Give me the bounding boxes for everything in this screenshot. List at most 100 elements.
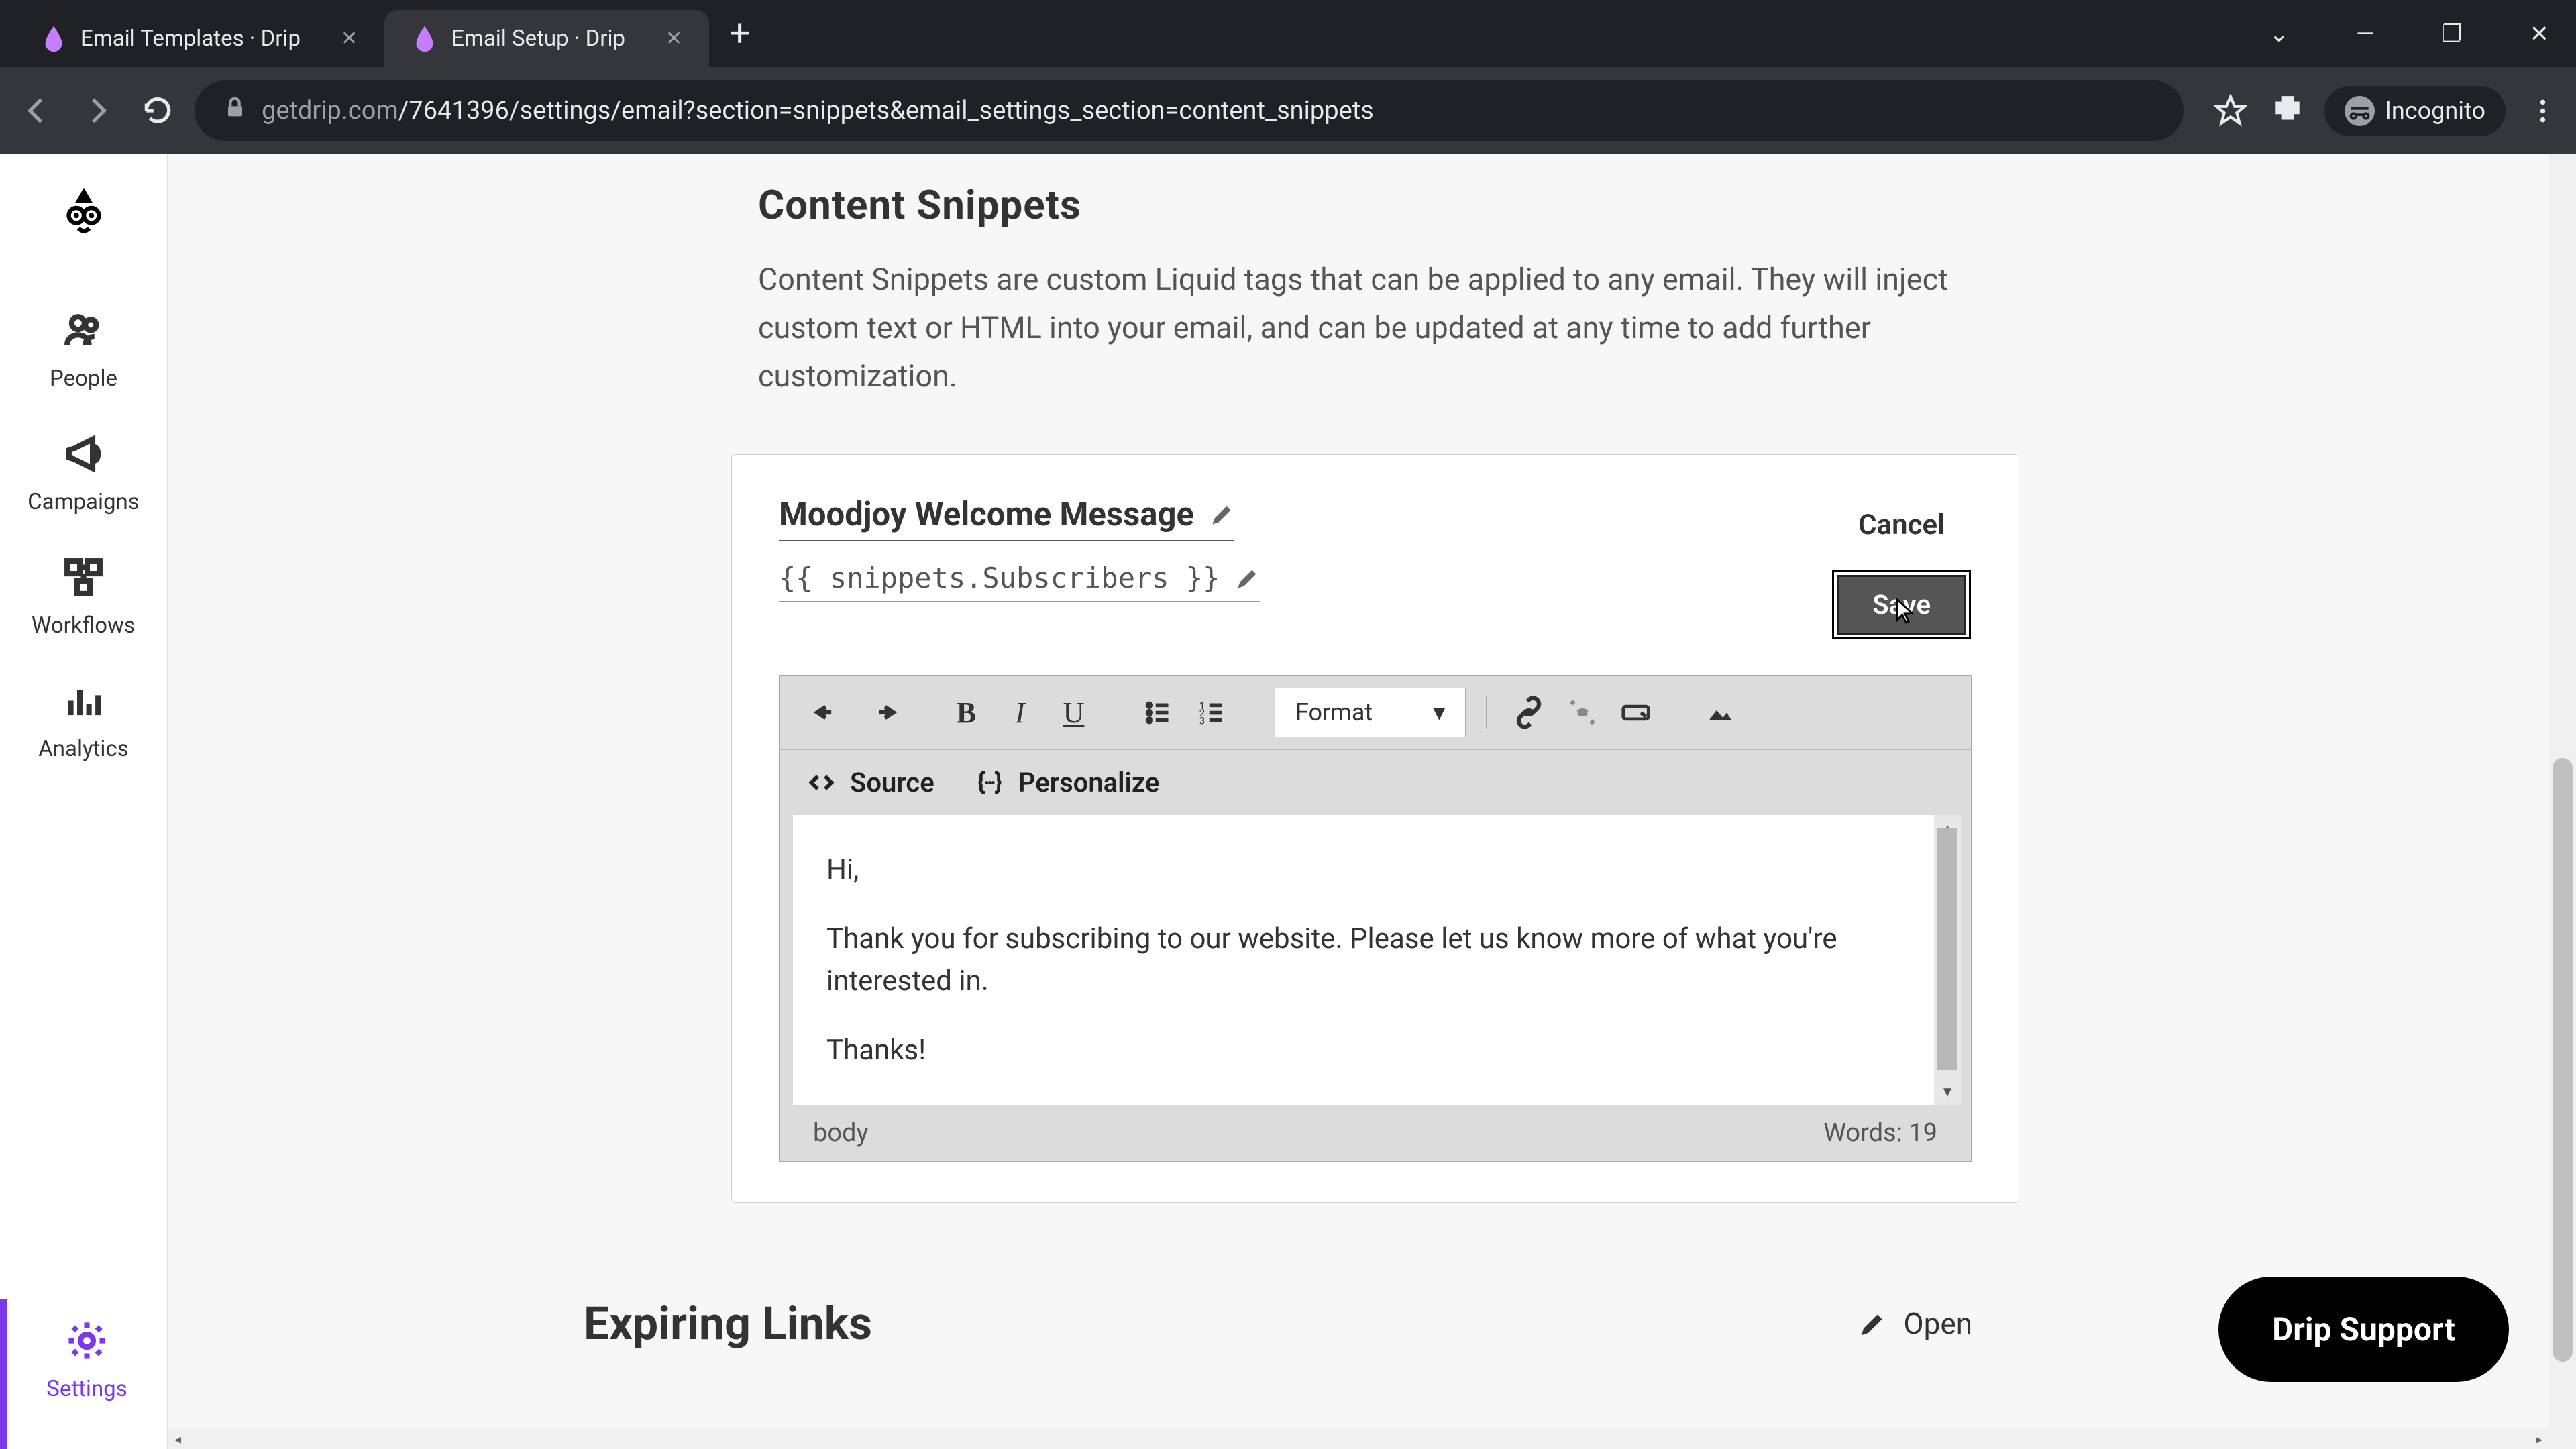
tab-title: Email Templates · Drip [80, 25, 301, 52]
format-label: Format [1295, 698, 1373, 727]
section-description: Content Snippets are custom Liquid tags … [758, 256, 1979, 400]
open-button[interactable]: Open [1860, 1306, 1972, 1341]
sidebar-item-people[interactable]: People [0, 288, 167, 412]
sidebar-item-label: Campaigns [28, 489, 140, 515]
unlink-button[interactable] [1560, 691, 1604, 735]
url-path: /7641396/settings/email?section=snippets… [398, 96, 1374, 125]
section-title: Content Snippets [758, 181, 2576, 229]
source-label: Source [850, 767, 934, 798]
window-controls: ⌄ ― ❐ ✕ [2256, 13, 2563, 54]
megaphone-icon [62, 432, 105, 476]
tab-title: Email Setup · Drip [451, 25, 625, 52]
scroll-down-icon[interactable]: ▾ [1940, 1078, 1955, 1105]
sidebar-item-campaigns[interactable]: Campaigns [0, 412, 167, 535]
close-window-icon[interactable]: ✕ [2516, 13, 2563, 54]
minimize-icon[interactable]: ― [2343, 13, 2387, 54]
pencil-icon[interactable] [1211, 502, 1234, 526]
sidebar: People Campaigns Workflows Analytics Set… [0, 154, 168, 1449]
kebab-menu-icon[interactable] [2522, 91, 2563, 131]
browser-tab-strip: Email Templates · Drip ✕ Email Setup · D… [0, 0, 2576, 67]
editor-line: Thanks! [826, 1029, 1924, 1071]
lock-icon [221, 94, 248, 127]
source-button[interactable]: Source [806, 767, 934, 798]
incognito-icon [2345, 96, 2375, 126]
redo-button[interactable] [860, 691, 904, 735]
browser-toolbar: getdrip.com/7641396/settings/email?secti… [0, 67, 2576, 154]
pencil-icon[interactable] [1236, 566, 1260, 590]
editor-scrollbar-thumb[interactable] [1937, 828, 1957, 1070]
chevron-down-icon: ▾ [1433, 698, 1445, 727]
italic-button[interactable]: I [998, 691, 1042, 735]
drip-favicon [40, 25, 67, 52]
personalize-label: Personalize [1018, 767, 1160, 798]
drip-logo[interactable] [57, 181, 111, 235]
editor-path: body [813, 1118, 868, 1148]
personalize-button[interactable]: Personalize [975, 767, 1160, 798]
word-count: Words: 19 [1823, 1118, 1937, 1148]
scrollbar-thumb[interactable] [2553, 758, 2573, 1362]
browser-tab-email-setup[interactable]: Email Setup · Drip ✕ [384, 10, 709, 67]
snippet-tag-field[interactable]: {{ snippets.Subscribers }} [779, 561, 1260, 602]
rich-text-editor: B I U 123 Format ▾ [779, 675, 1972, 1162]
incognito-badge[interactable]: Incognito [2324, 86, 2506, 136]
editor-line: Thank you for subscribing to our website… [826, 918, 1924, 1002]
editor-scrollbar[interactable]: ▴ ▾ [1934, 815, 1961, 1105]
bullet-list-button[interactable] [1136, 691, 1180, 735]
snippet-name-field[interactable]: Moodjoy Welcome Message [779, 495, 1234, 541]
browser-tab-email-templates[interactable]: Email Templates · Drip ✕ [13, 10, 384, 67]
save-button[interactable]: Save [1837, 575, 1966, 635]
expiring-links-title: Expiring Links [584, 1297, 872, 1350]
drip-support-button[interactable]: Drip Support [2218, 1277, 2509, 1382]
link-button[interactable] [1507, 691, 1550, 735]
tab-search-icon[interactable]: ⌄ [2256, 13, 2302, 54]
reload-button[interactable] [134, 87, 181, 134]
format-dropdown[interactable]: Format ▾ [1275, 688, 1466, 737]
people-icon [62, 309, 105, 352]
sidebar-item-analytics[interactable]: Analytics [0, 659, 167, 782]
analytics-icon [62, 679, 105, 722]
snippet-editor-card: Moodjoy Welcome Message {{ snippets.Subs… [731, 454, 2019, 1203]
main-content: Content Snippets Content Snippets are cu… [168, 154, 2576, 1449]
sidebar-item-workflows[interactable]: Workflows [0, 535, 167, 659]
braces-icon [975, 767, 1005, 798]
scroll-right-icon[interactable]: ▸ [2536, 1431, 2542, 1447]
new-tab-button[interactable]: + [709, 12, 770, 55]
horizontal-scrollbar[interactable]: ◂ ▸ [168, 1429, 2549, 1449]
underline-button[interactable]: U [1052, 691, 1095, 735]
sidebar-item-label: Analytics [38, 736, 128, 762]
editor-footer: body Words: 19 [780, 1105, 1971, 1161]
sidebar-item-label: Workflows [32, 612, 136, 639]
cancel-button[interactable]: Cancel [1831, 495, 1972, 555]
bold-button[interactable]: B [945, 691, 988, 735]
incognito-label: Incognito [2385, 97, 2485, 125]
back-button[interactable] [13, 87, 60, 134]
undo-button[interactable] [806, 691, 850, 735]
save-button-label: Save [1872, 589, 1931, 621]
image-button[interactable] [1699, 691, 1742, 735]
scroll-left-icon[interactable]: ◂ [174, 1431, 181, 1447]
sidebar-item-label: Settings [46, 1376, 127, 1402]
svg-text:3: 3 [1199, 714, 1205, 727]
workflow-icon [62, 555, 105, 599]
editor-content-area[interactable]: Hi, Thank you for subscribing to our web… [793, 815, 1957, 1105]
drip-favicon [411, 25, 438, 52]
forward-button[interactable] [74, 87, 121, 134]
scrollbar-track[interactable] [2549, 154, 2576, 1449]
editor-toolbar: B I U 123 Format ▾ [780, 676, 1971, 750]
code-icon [806, 767, 837, 798]
sidebar-item-settings[interactable]: Settings [0, 1299, 167, 1449]
snippet-name: Moodjoy Welcome Message [779, 495, 1194, 533]
button-insert[interactable] [1614, 691, 1658, 735]
editor-toolbar-secondary: Source Personalize [780, 750, 1971, 815]
maximize-icon[interactable]: ❐ [2428, 13, 2475, 54]
extensions-icon[interactable] [2267, 91, 2308, 131]
numbered-list-button[interactable]: 123 [1190, 691, 1234, 735]
tab-close-icon[interactable]: ✕ [665, 27, 682, 50]
tab-close-icon[interactable]: ✕ [341, 27, 358, 50]
address-bar[interactable]: getdrip.com/7641396/settings/email?secti… [195, 80, 2184, 141]
url-host: getdrip.com [262, 96, 398, 125]
bookmark-icon[interactable] [2210, 91, 2251, 131]
editor-line: Hi, [826, 849, 1924, 891]
gear-icon [65, 1319, 109, 1362]
pencil-icon [1860, 1310, 1886, 1337]
